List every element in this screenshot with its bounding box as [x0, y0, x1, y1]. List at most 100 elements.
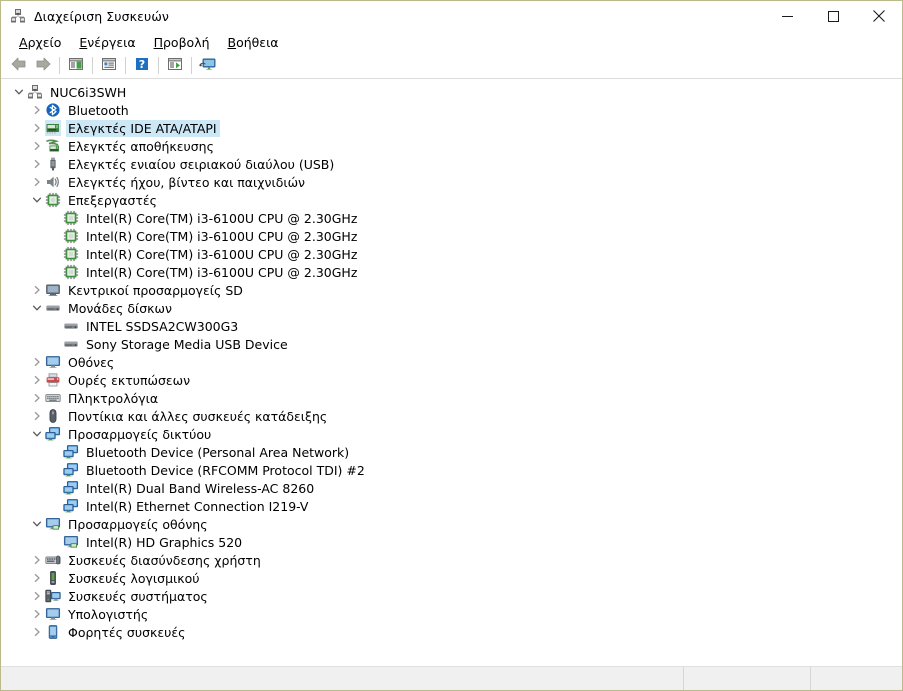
tree-node-label: Συσκευές διασύνδεσης χρήστη	[68, 552, 261, 568]
chevron-right-icon[interactable]	[29, 371, 45, 389]
chevron-down-icon[interactable]	[29, 425, 45, 443]
keyboard-icon	[45, 390, 61, 406]
properties-button[interactable]	[97, 55, 121, 77]
properties-icon	[101, 56, 117, 75]
monitor-icon	[45, 354, 61, 370]
network-adapter-icon	[63, 480, 79, 496]
toolbar-separator-4	[158, 57, 159, 74]
tree-node-display-adapters[interactable]: Προσαρμογείς οθόνης	[1, 515, 902, 533]
chevron-down-icon[interactable]	[29, 191, 45, 209]
portable-device-icon	[45, 624, 61, 640]
tree-node-network-adapters[interactable]: Προσαρμογείς δικτύου	[1, 425, 902, 443]
caption-button-group	[764, 1, 902, 31]
title-bar: Διαχείριση Συσκευών	[1, 1, 902, 31]
disk-drive-icon	[63, 336, 79, 352]
forward-button[interactable]	[31, 55, 55, 77]
tree-node-portable-devices[interactable]: Φορητές συσκευές	[1, 623, 902, 641]
menu-file[interactable]: Αρχείο	[10, 33, 70, 52]
toolbar-separator-2	[92, 57, 93, 74]
chevron-right-icon[interactable]	[29, 101, 45, 119]
hid-icon	[45, 552, 61, 568]
tree-node-cpu-4[interactable]: Intel(R) Core(TM) i3-6100U CPU @ 2.30GHz	[1, 263, 902, 281]
tree-node-system-devices[interactable]: Συσκευές συστήματος	[1, 587, 902, 605]
printer-icon	[45, 372, 61, 388]
tree-node-human-interface-devices[interactable]: Συσκευές διασύνδεσης χρήστη	[1, 551, 902, 569]
chevron-down-icon[interactable]	[11, 83, 27, 101]
tree-node-label: INTEL SSDSA2CW300G3	[86, 318, 239, 334]
chevron-right-icon[interactable]	[29, 119, 45, 137]
tree-node-disk-intel-ssd[interactable]: INTEL SSDSA2CW300G3	[1, 317, 902, 335]
close-button[interactable]	[856, 1, 902, 31]
tree-node-print-queues[interactable]: Ουρές εκτυπώσεων	[1, 371, 902, 389]
tree-node-label: Bluetooth	[68, 102, 129, 118]
chevron-down-icon[interactable]	[29, 299, 45, 317]
chevron-right-icon[interactable]	[29, 407, 45, 425]
tree-node-processors[interactable]: Επεξεργαστές	[1, 191, 902, 209]
tree-node-label: Ελεγκτές αποθήκευσης	[68, 138, 214, 154]
tree-node-display-intel-hd-520[interactable]: Intel(R) HD Graphics 520	[1, 533, 902, 551]
chevron-down-icon[interactable]	[29, 515, 45, 533]
chevron-right-icon[interactable]	[29, 605, 45, 623]
chevron-right-icon[interactable]	[29, 623, 45, 641]
tree-node-cpu-1[interactable]: Intel(R) Core(TM) i3-6100U CPU @ 2.30GHz	[1, 209, 902, 227]
tree-node-disk-sony-usb[interactable]: Sony Storage Media USB Device	[1, 335, 902, 353]
tree-node-keyboards[interactable]: Πληκτρολόγια	[1, 389, 902, 407]
console-tree-icon	[68, 56, 84, 75]
svg-text:?: ?	[139, 58, 145, 71]
device-tree[interactable]: NUC6i3SWH Bluetooth Ελεγκτές IDE ATA/ATAPI…	[1, 79, 902, 666]
chevron-right-icon[interactable]	[29, 551, 45, 569]
usb-controller-icon	[45, 156, 61, 172]
menu-help-accel: Β	[227, 34, 237, 50]
tree-node-storage-controllers[interactable]: Ελεγκτές αποθήκευσης	[1, 137, 902, 155]
tree-node-net-ethernet-i219v[interactable]: Intel(R) Ethernet Connection I219-V	[1, 497, 902, 515]
back-arrow-icon	[10, 56, 28, 75]
tree-node-bluetooth[interactable]: Bluetooth	[1, 101, 902, 119]
chevron-right-icon[interactable]	[29, 389, 45, 407]
processor-icon	[63, 264, 79, 280]
chevron-right-icon[interactable]	[29, 569, 45, 587]
tree-node-net-bt-rfcomm[interactable]: Bluetooth Device (RFCOMM Protocol TDI) #…	[1, 461, 902, 479]
tree-node-software-devices[interactable]: Συσκευές λογισμικού	[1, 569, 902, 587]
tree-node-root[interactable]: NUC6i3SWH	[1, 83, 902, 101]
menu-help[interactable]: Βοήθεια	[219, 33, 288, 52]
tree-node-disk-drives[interactable]: Μονάδες δίσκων	[1, 299, 902, 317]
minimize-button[interactable]	[764, 1, 810, 31]
tree-node-usb-controllers[interactable]: Ελεγκτές ενιαίου σειριακού διαύλου (USB)	[1, 155, 902, 173]
tree-node-label: Intel(R) Ethernet Connection I219-V	[86, 498, 309, 514]
chevron-right-icon[interactable]	[29, 173, 45, 191]
update-driver-button[interactable]	[163, 55, 187, 77]
tree-node-cpu-2[interactable]: Intel(R) Core(TM) i3-6100U CPU @ 2.30GHz	[1, 227, 902, 245]
tree-node-ide-ata-atapi-controllers[interactable]: Ελεγκτές IDE ATA/ATAPI	[1, 119, 902, 137]
scan-hardware-changes-button[interactable]	[196, 55, 220, 77]
tree-node-label: Ποντίκια και άλλες συσκευές κατάδειξης	[68, 408, 328, 424]
tree-node-label: Intel(R) Dual Band Wireless-AC 8260	[86, 480, 315, 496]
chevron-right-icon[interactable]	[29, 137, 45, 155]
chevron-right-icon[interactable]	[29, 155, 45, 173]
show-hide-console-tree-button[interactable]	[64, 55, 88, 77]
tree-node-cpu-3[interactable]: Intel(R) Core(TM) i3-6100U CPU @ 2.30GHz	[1, 245, 902, 263]
chevron-right-icon[interactable]	[29, 353, 45, 371]
tree-node-label: Συσκευές λογισμικού	[68, 570, 200, 586]
tree-node-sound-video-game-controllers[interactable]: Ελεγκτές ήχου, βίντεο και παιχνιδιών	[1, 173, 902, 191]
tree-node-label: Οθόνες	[68, 354, 115, 370]
tree-node-label: Bluetooth Device (RFCOMM Protocol TDI) #…	[86, 462, 365, 478]
back-button[interactable]	[7, 55, 31, 77]
tree-node-mice-pointing-devices[interactable]: Ποντίκια και άλλες συσκευές κατάδειξης	[1, 407, 902, 425]
help-question-icon: ?	[134, 56, 150, 75]
tree-node-monitors[interactable]: Οθόνες	[1, 353, 902, 371]
chevron-right-icon[interactable]	[29, 587, 45, 605]
tree-node-net-bt-pan[interactable]: Bluetooth Device (Personal Area Network)	[1, 443, 902, 461]
maximize-button[interactable]	[810, 1, 856, 31]
tree-node-sd-host-adapters[interactable]: Κεντρικοί προσαρμογείς SD	[1, 281, 902, 299]
menu-view[interactable]: Προβολή	[145, 33, 219, 52]
tree-node-label: Κεντρικοί προσαρμογείς SD	[68, 282, 243, 298]
mouse-icon	[45, 408, 61, 424]
help-button[interactable]: ?	[130, 55, 154, 77]
tree-node-net-wireless-ac8260[interactable]: Intel(R) Dual Band Wireless-AC 8260	[1, 479, 902, 497]
menu-action[interactable]: Ενέργεια	[70, 33, 144, 52]
chevron-right-icon[interactable]	[29, 281, 45, 299]
tree-node-computer[interactable]: Υπολογιστής	[1, 605, 902, 623]
